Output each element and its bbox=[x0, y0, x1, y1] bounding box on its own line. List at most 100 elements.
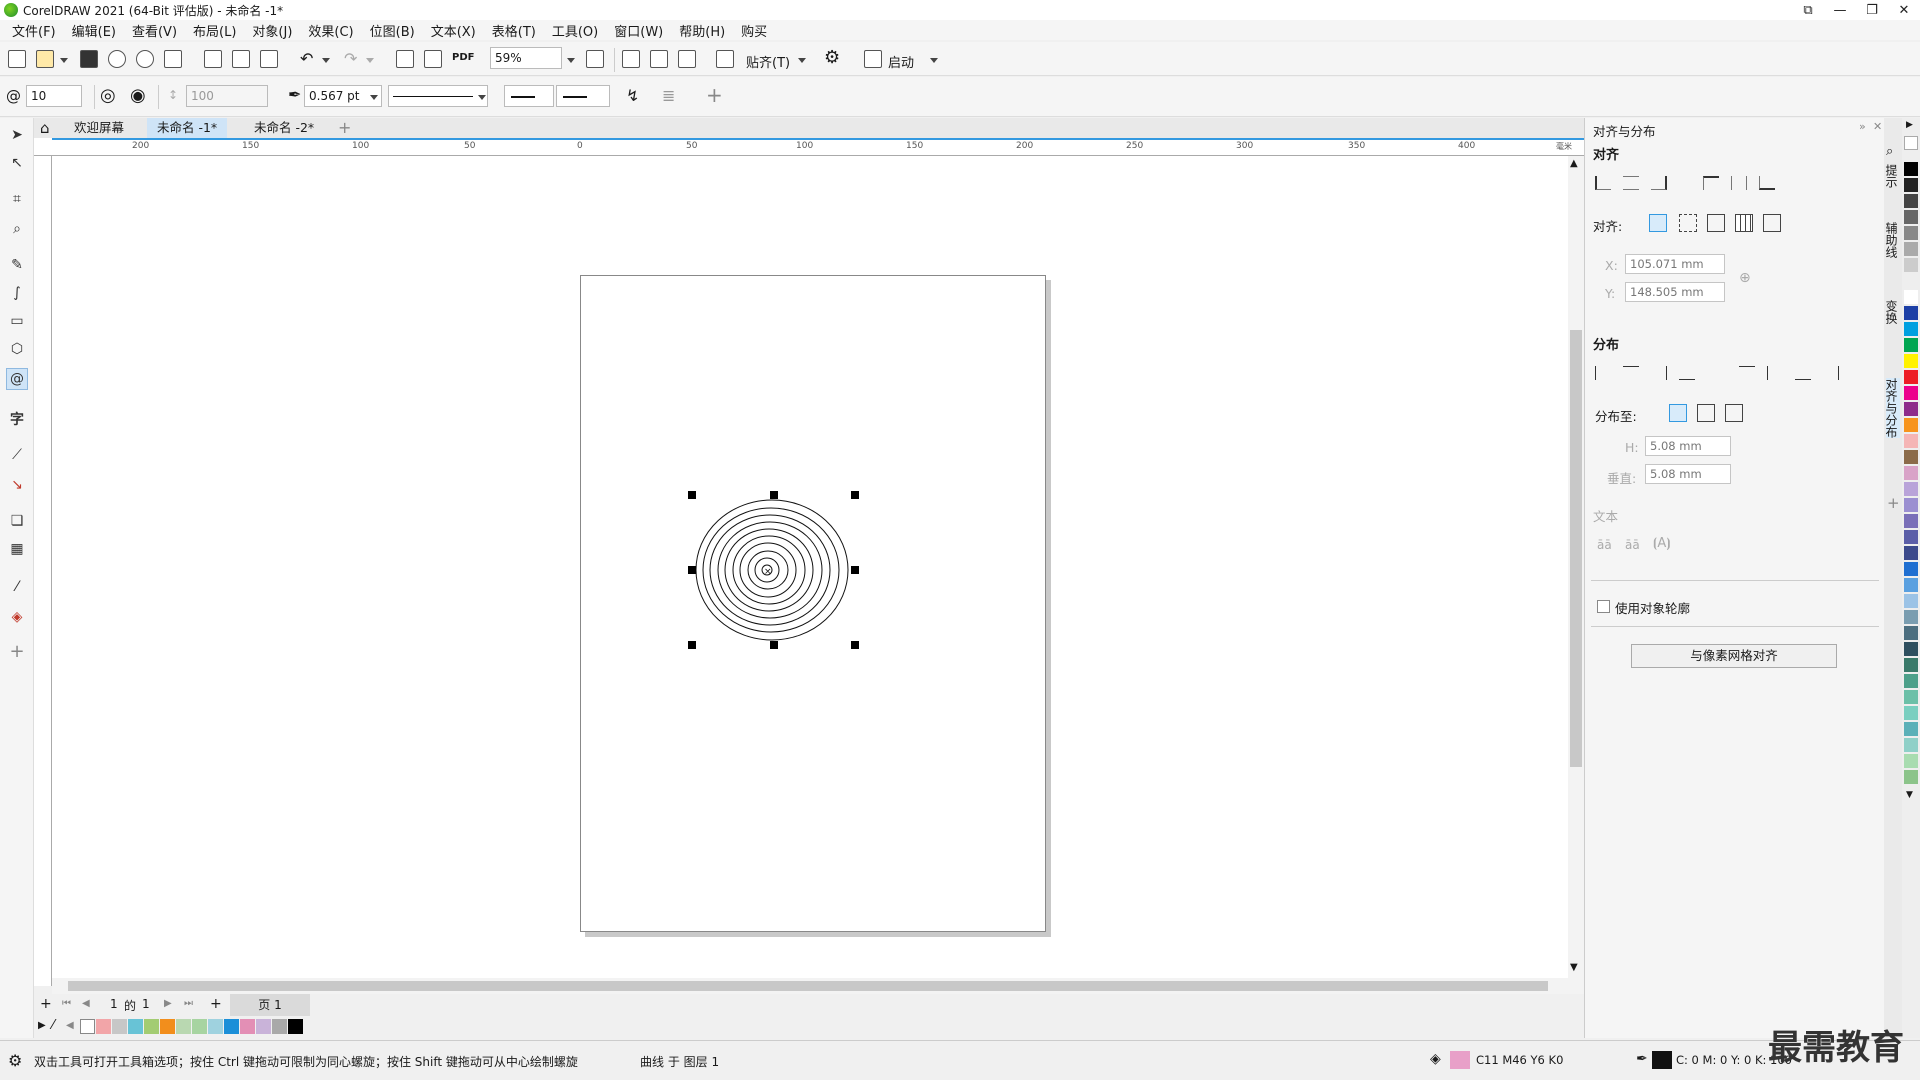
swatch[interactable] bbox=[208, 1019, 223, 1034]
tab-hints[interactable]: 提示 bbox=[1884, 164, 1900, 188]
align-top-icon[interactable] bbox=[1703, 176, 1719, 190]
swatch[interactable] bbox=[224, 1019, 239, 1034]
swatch[interactable] bbox=[1904, 306, 1918, 320]
selection-handle[interactable] bbox=[851, 491, 859, 499]
snap-to-dropdown[interactable]: 贴齐(T) bbox=[746, 52, 790, 71]
horizontal-ruler[interactable]: 200 150 100 50 0 50 100 150 200 250 300 … bbox=[52, 138, 1584, 156]
distribute-to-page-icon[interactable] bbox=[1697, 404, 1715, 422]
use-outline-checkbox[interactable] bbox=[1597, 600, 1610, 613]
menu-help[interactable]: 帮助(H) bbox=[671, 21, 733, 40]
redo-icon[interactable]: ↷ bbox=[344, 49, 357, 68]
align-to-page-edge-icon[interactable] bbox=[1679, 214, 1697, 232]
y-position-field[interactable]: 148.505 mm bbox=[1625, 282, 1725, 302]
swatch[interactable] bbox=[160, 1019, 175, 1034]
show-rulers-icon[interactable] bbox=[622, 50, 640, 68]
spiral-object[interactable]: × bbox=[680, 486, 860, 656]
text-bounding-box-icon[interactable]: ⦗A⦘ bbox=[1653, 536, 1671, 551]
align-left-icon[interactable] bbox=[1595, 176, 1611, 190]
last-page-icon[interactable]: ⏭ bbox=[184, 998, 193, 1009]
docker-close-icon[interactable]: ✕ bbox=[1873, 120, 1882, 133]
swatch[interactable] bbox=[1904, 386, 1918, 400]
drop-shadow-icon[interactable]: ❏ bbox=[6, 510, 28, 532]
first-page-icon[interactable]: ⏮ bbox=[62, 998, 71, 1009]
swatch[interactable] bbox=[1904, 194, 1918, 208]
symmetric-spiral-icon[interactable]: ◎ bbox=[100, 85, 116, 106]
menu-file[interactable]: 文件(F) bbox=[4, 21, 64, 40]
cloud-download-icon[interactable] bbox=[108, 50, 126, 68]
restore-mini-icon[interactable]: ⧉ bbox=[1792, 0, 1824, 20]
launch-dropdown[interactable]: 启动 bbox=[888, 52, 914, 71]
snap-off-icon[interactable] bbox=[716, 50, 734, 68]
menu-effects[interactable]: 效果(C) bbox=[300, 21, 361, 40]
menu-buy[interactable]: 购买 bbox=[733, 21, 775, 40]
tab-untitled-1[interactable]: 未命名 -1* bbox=[147, 118, 228, 138]
swatch[interactable] bbox=[1904, 770, 1918, 784]
copy-icon[interactable] bbox=[232, 50, 250, 68]
distribute-spacing-horizontal-icon[interactable] bbox=[1679, 366, 1695, 380]
swatch[interactable] bbox=[1904, 626, 1918, 640]
swatch[interactable] bbox=[1904, 290, 1918, 304]
tab-welcome[interactable]: 欢迎屏幕 bbox=[64, 118, 134, 138]
horizontal-scroll-thumb[interactable] bbox=[68, 981, 1548, 991]
menu-layout[interactable]: 布局(L) bbox=[185, 21, 244, 40]
distribute-center-icon[interactable] bbox=[1623, 366, 1639, 380]
home-icon[interactable]: ⌂ bbox=[40, 119, 50, 137]
connector-tool-icon[interactable]: ↘ bbox=[6, 474, 28, 496]
menu-edit[interactable]: 编辑(E) bbox=[64, 21, 124, 40]
artistic-media-icon[interactable]: ∫ bbox=[6, 282, 28, 304]
cloud-upload-icon[interactable] bbox=[136, 50, 154, 68]
swatch[interactable] bbox=[272, 1019, 287, 1034]
scroll-down-icon[interactable]: ▼ bbox=[1570, 962, 1578, 973]
zoom-level-field[interactable]: 59% bbox=[490, 47, 562, 69]
swatch[interactable] bbox=[1904, 242, 1918, 256]
swatch[interactable] bbox=[1904, 370, 1918, 384]
swatch[interactable] bbox=[1904, 754, 1918, 768]
tab-align-distribute[interactable]: 对齐与分布 bbox=[1884, 378, 1900, 438]
selection-handle[interactable] bbox=[851, 641, 859, 649]
distribute-top-icon[interactable] bbox=[1739, 366, 1755, 380]
swatch[interactable] bbox=[1904, 578, 1918, 592]
scroll-up-icon[interactable]: ▲ bbox=[1570, 158, 1578, 169]
fill-color-swatch[interactable] bbox=[1450, 1051, 1470, 1069]
new-tab-icon[interactable]: + bbox=[338, 118, 351, 137]
menu-window[interactable]: 窗口(W) bbox=[606, 21, 671, 40]
swatch[interactable] bbox=[1904, 274, 1918, 288]
docker-expand-icon[interactable]: » bbox=[1859, 120, 1866, 133]
menu-view[interactable]: 查看(V) bbox=[124, 21, 185, 40]
export-icon[interactable] bbox=[424, 50, 442, 68]
add-page-before-icon[interactable]: + bbox=[40, 996, 52, 1012]
close-button[interactable]: ✕ bbox=[1888, 0, 1920, 20]
text-last-baseline-icon[interactable]: āā bbox=[1625, 538, 1640, 552]
swatch[interactable] bbox=[96, 1019, 111, 1034]
print-icon[interactable] bbox=[164, 50, 182, 68]
selection-handle[interactable] bbox=[851, 566, 859, 574]
align-to-page-center-icon[interactable] bbox=[1707, 214, 1725, 232]
text-first-baseline-icon[interactable]: āā bbox=[1597, 538, 1612, 552]
menu-table[interactable]: 表格(T) bbox=[484, 21, 544, 40]
swatch-none[interactable] bbox=[1904, 136, 1918, 150]
swatch-none[interactable] bbox=[80, 1019, 95, 1034]
distribute-spacing-vertical-icon[interactable] bbox=[1823, 366, 1839, 380]
palette-scroll-left-icon[interactable]: ◀ bbox=[66, 1020, 74, 1031]
menu-bitmaps[interactable]: 位图(B) bbox=[362, 21, 423, 40]
expansion-factor-field[interactable]: 100 bbox=[186, 85, 268, 107]
menu-object[interactable]: 对象(J) bbox=[244, 21, 300, 40]
distribute-spacing-icon[interactable] bbox=[1725, 404, 1743, 422]
swatch[interactable] bbox=[1904, 738, 1918, 752]
align-right-icon[interactable] bbox=[1651, 176, 1667, 190]
palette-expand-icon[interactable]: ▶ bbox=[38, 1020, 46, 1031]
selection-handle[interactable] bbox=[688, 491, 696, 499]
align-to-grid-icon[interactable] bbox=[1735, 214, 1753, 232]
cut-icon[interactable] bbox=[204, 50, 222, 68]
show-grid-icon[interactable] bbox=[650, 50, 668, 68]
swatch[interactable] bbox=[1904, 354, 1918, 368]
transparency-icon[interactable]: ▦ bbox=[6, 538, 28, 560]
selection-handle[interactable] bbox=[770, 641, 778, 649]
swatch[interactable] bbox=[1904, 322, 1918, 336]
swatch[interactable] bbox=[1904, 258, 1918, 272]
swatch[interactable] bbox=[1904, 562, 1918, 576]
swatch[interactable] bbox=[288, 1019, 303, 1034]
page-tab-1[interactable]: 页 1 bbox=[230, 994, 310, 1016]
outline-color-swatch[interactable] bbox=[1652, 1051, 1672, 1069]
swatch[interactable] bbox=[256, 1019, 271, 1034]
